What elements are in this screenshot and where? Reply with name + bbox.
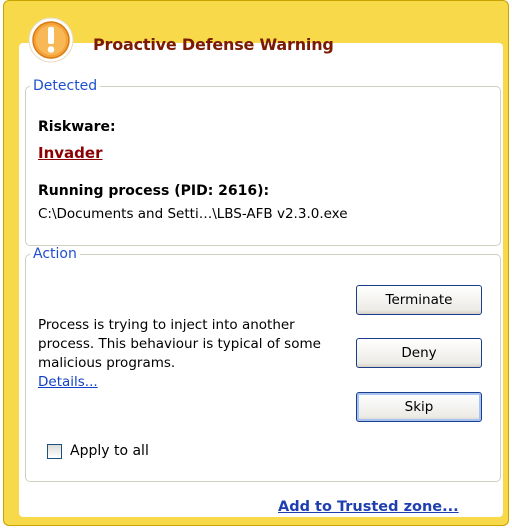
apply-to-all-label[interactable]: Apply to all: [70, 443, 149, 459]
terminate-button[interactable]: Terminate: [356, 285, 482, 315]
action-description: Process is trying to inject into another…: [38, 316, 338, 392]
details-link[interactable]: Details...: [38, 374, 98, 390]
description-text: Process is trying to inject into another…: [38, 317, 321, 371]
process-label: Running process (PID: 2616):: [38, 183, 270, 199]
deny-button[interactable]: Deny: [356, 338, 482, 368]
riskware-label: Riskware:: [38, 119, 116, 135]
warning-icon: [28, 17, 74, 63]
process-path: C:\Documents and Setti…\LBS-AFB v2.3.0.e…: [38, 206, 348, 222]
action-legend: Action: [33, 246, 77, 262]
skip-button[interactable]: Skip: [356, 392, 482, 422]
add-to-trusted-zone-link[interactable]: Add to Trusted zone...: [278, 499, 459, 515]
apply-to-all-checkbox[interactable]: [47, 444, 62, 459]
threat-name-link[interactable]: Invader: [38, 144, 102, 162]
detected-legend: Detected: [33, 78, 98, 94]
window-title: Proactive Defense Warning: [93, 35, 334, 54]
